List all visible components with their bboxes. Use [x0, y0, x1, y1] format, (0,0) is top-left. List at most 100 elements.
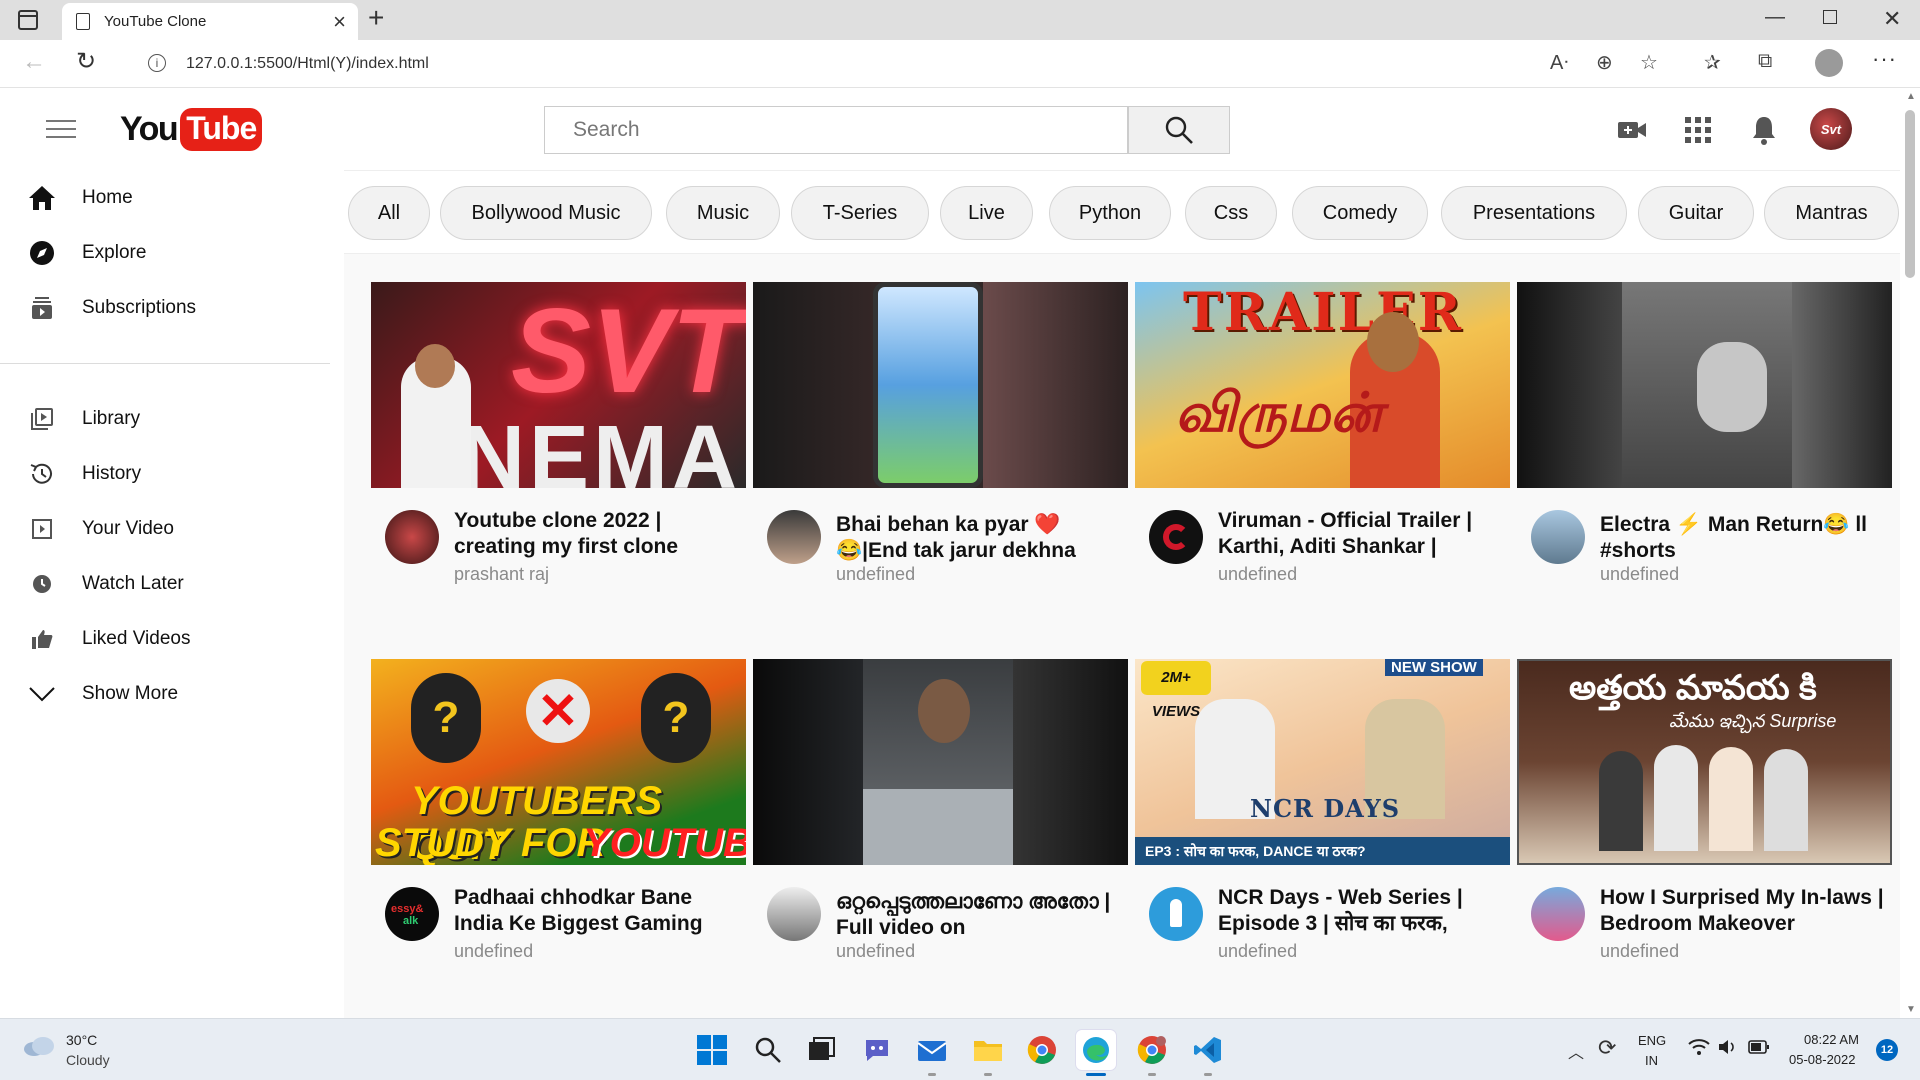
sidebar-item-subscriptions[interactable]: Subscriptions — [0, 286, 330, 330]
collections-icon[interactable]: ⧉ — [1758, 50, 1772, 73]
notification-badge[interactable]: 12 — [1876, 1039, 1898, 1061]
add-favorite-icon[interactable]: ☆ — [1640, 50, 1658, 75]
avatar[interactable]: Svt — [1810, 108, 1852, 150]
chip-css[interactable]: Css — [1185, 186, 1277, 240]
video-card[interactable]: ? ? ✕ YOUTUBERS QUIT STUDY FOR YOUTUBE e… — [371, 659, 746, 979]
vscode-icon[interactable] — [1188, 1030, 1228, 1076]
task-view-icon[interactable] — [802, 1030, 842, 1070]
chip-comedy[interactable]: Comedy — [1292, 186, 1428, 240]
clock-time[interactable]: 08:22 AM — [1804, 1032, 1859, 1047]
scrollbar-thumb[interactable] — [1905, 110, 1915, 278]
search-icon[interactable] — [748, 1030, 788, 1070]
zoom-icon[interactable]: ⊕ — [1596, 50, 1613, 75]
channel-name[interactable]: undefined — [454, 941, 533, 962]
minimize-icon[interactable]: — — [1765, 6, 1785, 29]
channel-avatar[interactable] — [385, 510, 439, 564]
channel-name[interactable]: undefined — [836, 941, 915, 962]
url-text[interactable]: 127.0.0.1:5500/Html(Y)/index.html — [186, 55, 429, 73]
sidebar-item-library[interactable]: Library — [0, 397, 330, 441]
chip-guitar[interactable]: Guitar — [1638, 186, 1754, 240]
channel-name[interactable]: undefined — [1218, 564, 1297, 585]
clock-date[interactable]: 05-08-2022 — [1789, 1052, 1856, 1067]
wifi-icon[interactable] — [1688, 1038, 1710, 1061]
sidebar-item-history[interactable]: History — [0, 452, 330, 496]
edge-icon[interactable] — [1076, 1030, 1116, 1076]
channel-name[interactable]: undefined — [1218, 941, 1297, 962]
bell-icon[interactable] — [1746, 112, 1782, 148]
sidebar-item-watch-later[interactable]: Watch Later — [0, 562, 330, 606]
tab-actions-icon[interactable] — [18, 10, 38, 30]
file-explorer-icon[interactable] — [968, 1030, 1008, 1076]
search-input[interactable] — [544, 106, 1128, 154]
region-indicator[interactable]: IN — [1645, 1053, 1658, 1068]
mail-icon[interactable] — [912, 1030, 952, 1076]
scroll-down-icon[interactable]: ▼ — [1906, 1004, 1916, 1015]
video-card[interactable]: 2M+ VIEWS NEW SHOW NCR DAYS EP3 : सोच का… — [1135, 659, 1510, 979]
sidebar-item-liked-videos[interactable]: Liked Videos — [0, 617, 330, 661]
video-title[interactable]: Electra ⚡ Man Return😂 ll #shorts — [1600, 512, 1890, 564]
menu-icon[interactable] — [46, 120, 76, 138]
chip-music[interactable]: Music — [666, 186, 780, 240]
scroll-up-icon[interactable]: ▲ — [1906, 91, 1916, 102]
weather-description[interactable]: Cloudy — [66, 1052, 110, 1068]
video-title[interactable]: Bhai behan ka pyar ❤️ 😂|End tak jarur de… — [836, 512, 1126, 564]
video-thumbnail[interactable] — [753, 282, 1128, 488]
video-card[interactable]: TRAILER விருமன் Viruman - Official Trail… — [1135, 282, 1510, 602]
video-title[interactable]: NCR Days - Web Series | Episode 3 | सोच … — [1218, 885, 1508, 937]
sidebar-item-your-video[interactable]: Your Video — [0, 507, 330, 551]
volume-icon[interactable] — [1718, 1038, 1738, 1061]
apps-icon[interactable] — [1680, 112, 1716, 148]
profile-icon[interactable] — [1815, 49, 1843, 77]
video-title[interactable]: Viruman - Official Trailer | Karthi, Adi… — [1218, 508, 1508, 560]
video-card[interactable]: Electra ⚡ Man Return😂 ll #shorts undefin… — [1517, 282, 1892, 602]
sidebar-item-show-more[interactable]: Show More — [0, 672, 330, 716]
chrome-profile-icon[interactable] — [1132, 1030, 1172, 1076]
channel-avatar[interactable]: essy& alk — [385, 887, 439, 941]
chip-mantras[interactable]: Mantras — [1764, 186, 1899, 240]
video-thumbnail[interactable] — [1517, 282, 1892, 488]
video-thumbnail[interactable]: 2M+ VIEWS NEW SHOW NCR DAYS EP3 : सोच का… — [1135, 659, 1510, 865]
channel-name[interactable]: undefined — [836, 564, 915, 585]
video-card[interactable]: Bhai behan ka pyar ❤️ 😂|End tak jarur de… — [753, 282, 1128, 602]
chip-live[interactable]: Live — [940, 186, 1033, 240]
search-button[interactable] — [1128, 106, 1230, 154]
cloud-icon[interactable] — [22, 1035, 56, 1057]
more-icon[interactable]: ··· — [1872, 46, 1897, 72]
chrome-icon[interactable] — [1022, 1030, 1062, 1070]
chip-t-series[interactable]: T-Series — [791, 186, 929, 240]
close-window-icon[interactable]: ✕ — [1883, 6, 1901, 32]
video-card[interactable]: SVT INEMA — [371, 282, 746, 602]
youtube-logo[interactable]: You Tube — [120, 106, 263, 152]
reload-icon[interactable]: ↻ — [76, 47, 96, 76]
read-aloud-icon[interactable]: Aᐧ — [1550, 50, 1568, 75]
chat-icon[interactable] — [857, 1030, 897, 1070]
video-thumbnail[interactable] — [753, 659, 1128, 865]
battery-icon[interactable] — [1748, 1038, 1770, 1059]
chip-python[interactable]: Python — [1049, 186, 1171, 240]
language-indicator[interactable]: ENG — [1638, 1033, 1666, 1048]
create-video-icon[interactable] — [1614, 112, 1650, 148]
scrollbar[interactable]: ▲ ▼ — [1900, 88, 1920, 1018]
browser-tab[interactable]: YouTube Clone × — [62, 3, 358, 40]
sidebar-item-home[interactable]: Home — [0, 176, 330, 220]
weather-temperature[interactable]: 30°C — [66, 1032, 97, 1048]
video-thumbnail[interactable]: అత్తయ మావయ కి మేము ఇచ్చిన Surprise — [1517, 659, 1892, 865]
video-card[interactable]: ഒറ്റപ്പെടുത്തലാണോ അതോ | Full video on un… — [753, 659, 1128, 979]
channel-name[interactable]: undefined — [1600, 564, 1679, 585]
start-icon[interactable] — [692, 1030, 732, 1070]
channel-name[interactable]: undefined — [1600, 941, 1679, 962]
chip-bollywood-music[interactable]: Bollywood Music — [440, 186, 652, 240]
chip-all[interactable]: All — [348, 186, 430, 240]
sidebar-item-explore[interactable]: Explore — [0, 231, 330, 275]
channel-avatar[interactable] — [1149, 510, 1203, 564]
channel-avatar[interactable] — [767, 510, 821, 564]
video-thumbnail[interactable]: SVT INEMA — [371, 282, 746, 488]
chevron-up-icon[interactable]: ︿ — [1568, 1039, 1584, 1063]
video-card[interactable]: అత్తయ మావయ కి మేము ఇచ్చిన Surprise How I… — [1517, 659, 1892, 979]
chip-presentations[interactable]: Presentations — [1441, 186, 1627, 240]
channel-avatar[interactable] — [1531, 510, 1585, 564]
channel-avatar[interactable] — [1531, 887, 1585, 941]
favorites-icon[interactable]: ✰ — [1704, 50, 1721, 75]
channel-avatar[interactable] — [767, 887, 821, 941]
url-field[interactable]: i 127.0.0.1:5500/Html(Y)/index.html — [128, 45, 1578, 82]
